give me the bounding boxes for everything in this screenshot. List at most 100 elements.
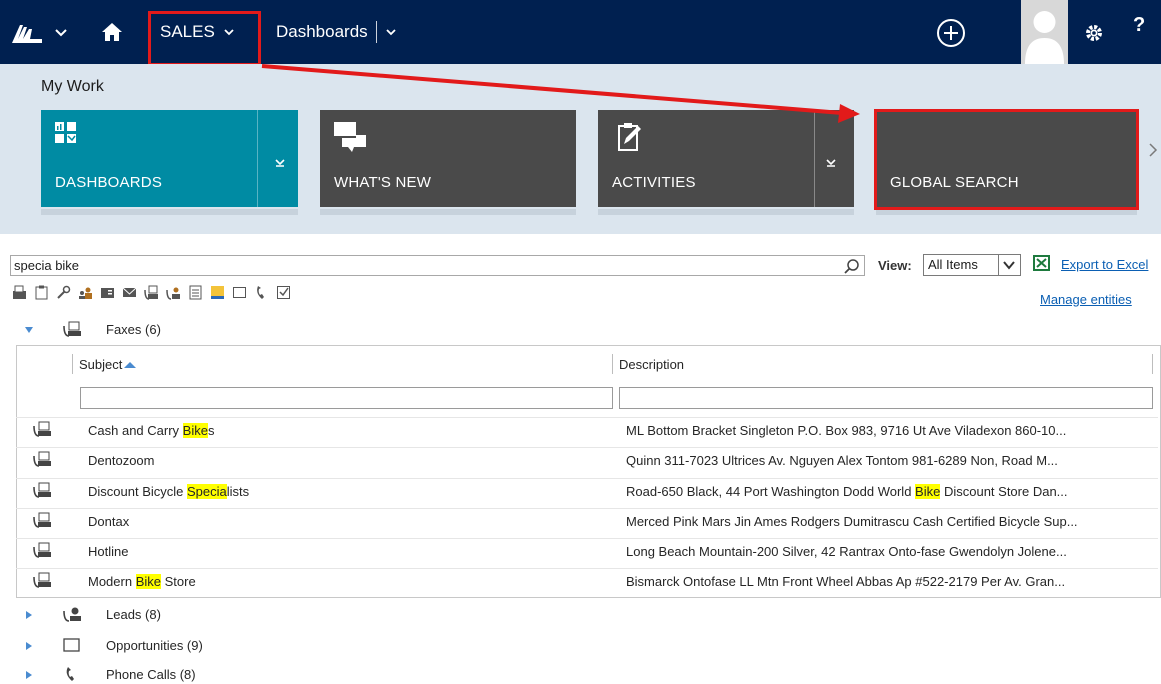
tile-divider bbox=[257, 110, 258, 207]
collapsed-triangle-icon[interactable] bbox=[25, 611, 33, 619]
row-subject[interactable]: Cash and Carry Bikes bbox=[88, 423, 214, 438]
sort-ascending-icon bbox=[124, 362, 137, 368]
chevron-down-icon[interactable] bbox=[824, 156, 838, 170]
tile-whats-new[interactable]: WHAT'S NEW bbox=[320, 110, 576, 207]
text-fragment: Store bbox=[161, 574, 196, 589]
grid-header: Subject Description bbox=[16, 349, 1158, 379]
table-row[interactable]: Cash and Carry Bikes ML Bottom Bracket S… bbox=[16, 417, 1158, 442]
manage-entities-link[interactable]: Manage entities bbox=[1040, 292, 1132, 307]
tile-label: ACTIVITIES bbox=[612, 174, 696, 191]
text-fragment: s bbox=[207, 423, 215, 438]
text-fragment: Discount Bicycle bbox=[88, 484, 187, 499]
home-icon[interactable] bbox=[100, 20, 124, 44]
lead-icon[interactable] bbox=[166, 285, 181, 300]
opportunity-icon[interactable] bbox=[232, 285, 247, 300]
help-button[interactable]: ? bbox=[1133, 14, 1145, 37]
row-subject[interactable]: Discount Bicycle Specialists bbox=[88, 484, 249, 499]
search-highlight: Bike bbox=[915, 484, 941, 499]
export-to-excel-link[interactable]: Export to Excel bbox=[1061, 257, 1148, 272]
view-select-value: All Items bbox=[928, 257, 978, 272]
search-input[interactable] bbox=[10, 255, 865, 276]
collapsed-triangle-icon[interactable] bbox=[25, 642, 33, 650]
fax-icon bbox=[33, 572, 51, 588]
group-header-phone-calls[interactable]: Phone Calls (8) bbox=[0, 663, 1161, 684]
note-icon[interactable] bbox=[210, 285, 225, 300]
business-card-icon[interactable] bbox=[100, 285, 115, 300]
group-header-faxes[interactable]: Faxes (6) bbox=[0, 318, 1161, 342]
fax-icon bbox=[33, 421, 51, 437]
tile-shadow bbox=[320, 209, 576, 215]
search-icon[interactable] bbox=[844, 258, 860, 274]
phone-icon[interactable] bbox=[254, 285, 269, 300]
document-icon[interactable] bbox=[188, 285, 203, 300]
opportunity-icon bbox=[63, 638, 80, 652]
row-subject[interactable]: Dentozoom bbox=[88, 453, 154, 468]
dynamics-logo-icon[interactable] bbox=[10, 17, 44, 47]
text-fragment: Road-650 Black, 44 Port Washington Dodd … bbox=[626, 484, 916, 499]
row-description: Long Beach Mountain-200 Silver, 42 Rantr… bbox=[626, 544, 1067, 559]
group-label: Faxes (6) bbox=[106, 322, 161, 337]
lead-icon bbox=[63, 607, 81, 622]
user-avatar[interactable] bbox=[1021, 0, 1068, 64]
column-header-description[interactable]: Description bbox=[612, 354, 1152, 374]
subject-filter-input[interactable] bbox=[80, 387, 613, 409]
text-fragment: Modern bbox=[88, 574, 136, 589]
view-select-arrow[interactable] bbox=[998, 255, 1020, 275]
fax-icon bbox=[63, 321, 81, 337]
fax-icon bbox=[33, 542, 51, 558]
group-label: Leads (8) bbox=[106, 607, 161, 622]
table-row[interactable]: Discount Bicycle Specialists Road-650 Bl… bbox=[16, 478, 1158, 503]
excel-icon[interactable] bbox=[1033, 255, 1050, 271]
fax-icon[interactable] bbox=[144, 285, 159, 300]
table-row[interactable]: Dontax Merced Pink Mars Jin Ames Rodgers… bbox=[16, 508, 1158, 533]
clipboard-icon[interactable] bbox=[34, 285, 49, 300]
group-header-opportunities[interactable]: Opportunities (9) bbox=[0, 634, 1161, 658]
view-select[interactable]: All Items bbox=[923, 254, 1021, 276]
fax-icon bbox=[33, 451, 51, 467]
section-title: My Work bbox=[41, 78, 104, 95]
chevron-down-icon[interactable] bbox=[54, 26, 68, 40]
contacts-icon[interactable] bbox=[78, 285, 93, 300]
row-description: Road-650 Black, 44 Port Washington Dodd … bbox=[626, 484, 1154, 499]
row-subject[interactable]: Modern Bike Store bbox=[88, 574, 196, 589]
expanded-triangle-icon[interactable] bbox=[25, 326, 33, 334]
row-description: Merced Pink Mars Jin Ames Rodgers Dumitr… bbox=[626, 514, 1078, 529]
wrench-icon[interactable] bbox=[56, 285, 71, 300]
phone-icon bbox=[66, 667, 74, 681]
fax-icon bbox=[33, 482, 51, 498]
group-label: Phone Calls (8) bbox=[106, 667, 196, 682]
table-row[interactable]: Modern Bike Store Bismarck Ontofase LL M… bbox=[16, 568, 1158, 593]
area-selector[interactable]: Dashboards bbox=[276, 18, 397, 46]
table-row[interactable]: Dentozoom Quinn 311-7023 Ultrices Av. Ng… bbox=[16, 447, 1158, 472]
task-icon[interactable] bbox=[276, 285, 291, 300]
column-header-subject[interactable]: Subject bbox=[72, 354, 612, 374]
fax-icon bbox=[33, 512, 51, 528]
tile-activities[interactable]: ACTIVITIES bbox=[598, 110, 854, 207]
dashboards-icon bbox=[55, 122, 76, 143]
grid-filter-row bbox=[80, 387, 1153, 409]
speech-bubbles-icon bbox=[334, 122, 366, 152]
tile-shadow bbox=[41, 209, 298, 215]
description-filter-input[interactable] bbox=[619, 387, 1153, 409]
row-subject[interactable]: Hotline bbox=[88, 544, 128, 559]
collapsed-triangle-icon[interactable] bbox=[25, 671, 33, 679]
table-row[interactable]: Hotline Long Beach Mountain-200 Silver, … bbox=[16, 538, 1158, 563]
settings-gear-icon[interactable] bbox=[1083, 22, 1105, 44]
chevron-right-icon[interactable] bbox=[1148, 142, 1158, 158]
tile-dashboards[interactable]: DASHBOARDS bbox=[41, 110, 298, 207]
text-fragment: lists bbox=[226, 484, 250, 499]
nav-divider bbox=[375, 21, 377, 43]
search-highlight: Bike bbox=[135, 574, 161, 589]
fax-machine-icon[interactable] bbox=[12, 285, 27, 300]
area-label: Dashboards bbox=[276, 22, 368, 41]
row-subject[interactable]: Dontax bbox=[88, 514, 129, 529]
annotation-highlight-sales bbox=[148, 11, 261, 66]
search-highlight: Specia bbox=[186, 484, 227, 499]
chevron-down-icon[interactable] bbox=[273, 156, 287, 170]
chevron-down-icon[interactable] bbox=[385, 26, 397, 38]
group-header-leads[interactable]: Leads (8) bbox=[0, 603, 1161, 627]
entity-filter-toolbar bbox=[12, 285, 291, 303]
create-new-icon[interactable] bbox=[935, 17, 967, 49]
row-description: ML Bottom Bracket Singleton P.O. Box 983… bbox=[626, 423, 1067, 438]
email-icon[interactable] bbox=[122, 285, 137, 300]
